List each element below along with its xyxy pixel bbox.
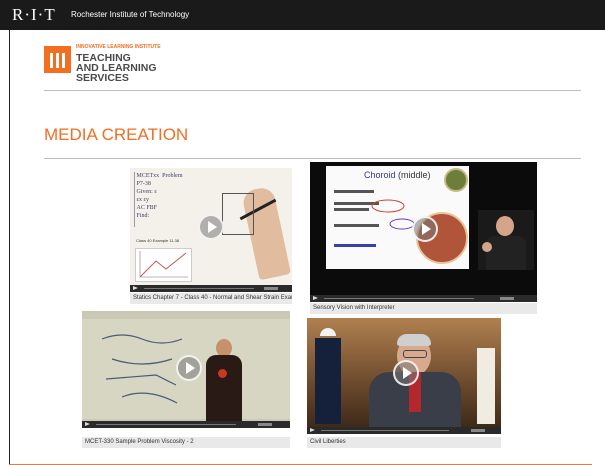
video-controls-2	[310, 295, 537, 302]
screen-label: Class 40 Example 11.38	[136, 238, 180, 243]
play-icon[interactable]	[310, 428, 315, 432]
play-overlay-icon[interactable]	[412, 216, 438, 242]
video-caption-4[interactable]: Civil Liberties	[307, 437, 501, 448]
volume-icon[interactable]	[264, 287, 278, 290]
progress-bar[interactable]	[321, 430, 449, 431]
video-controls-4	[307, 427, 501, 434]
play-icon[interactable]	[85, 422, 90, 426]
header-bar: R·I·T Rochester Institute of Technology	[0, 0, 605, 30]
institution-name: Rochester Institute of Technology	[71, 10, 190, 19]
play-overlay-icon[interactable]	[393, 360, 419, 386]
play-icon[interactable]	[133, 286, 138, 290]
video-player-1[interactable]: MCETxx Problem P7-38 Given: ε εx εy AC F…	[130, 168, 292, 292]
video-player-2[interactable]: Choroid (middle)	[310, 162, 537, 302]
video-player-3[interactable]	[82, 311, 290, 428]
divider-title	[44, 158, 581, 159]
volume-icon[interactable]	[500, 297, 514, 300]
progress-bar[interactable]	[324, 298, 474, 299]
institute-label: INNOVATIVE LEARNING INSTITUTE	[76, 44, 161, 50]
slide: R·I·T Rochester Institute of Technology …	[0, 0, 605, 465]
slide-frame-left	[9, 30, 10, 465]
marine-guard-right	[477, 348, 495, 424]
volume-icon[interactable]	[471, 429, 485, 432]
unit-name-line-3: SERVICES	[76, 72, 129, 84]
marine-guard-left	[315, 328, 341, 424]
divider-top	[44, 90, 581, 91]
lecture-slide: Choroid (middle)	[326, 166, 469, 269]
annotation-marks	[371, 199, 415, 230]
video-caption-1[interactable]: Statics Chapter 7 - Class 40 - Normal an…	[130, 293, 292, 304]
tls-logo-icon	[44, 46, 71, 73]
progress-bar[interactable]	[96, 424, 236, 425]
play-icon[interactable]	[313, 296, 318, 300]
sketch-figure	[222, 193, 254, 235]
video-caption-2[interactable]: Sensory Vision with Interpreter	[310, 303, 537, 314]
play-overlay-icon[interactable]	[198, 214, 224, 240]
slide-title: MEDIA CREATION	[44, 125, 189, 144]
video-controls-1	[130, 285, 292, 292]
volume-icon[interactable]	[258, 423, 272, 426]
strain-graph-image	[139, 251, 188, 278]
video-controls-3	[82, 421, 290, 428]
progress-bar[interactable]	[144, 288, 254, 289]
presenter-body	[206, 355, 242, 421]
play-overlay-icon[interactable]	[176, 355, 202, 381]
interpreter-view	[478, 210, 534, 270]
rit-logo: R·I·T	[12, 5, 56, 24]
video-player-4[interactable]	[307, 318, 501, 434]
video-caption-3[interactable]: MCET-330 Sample Problem Viscosity - 2	[82, 437, 290, 448]
